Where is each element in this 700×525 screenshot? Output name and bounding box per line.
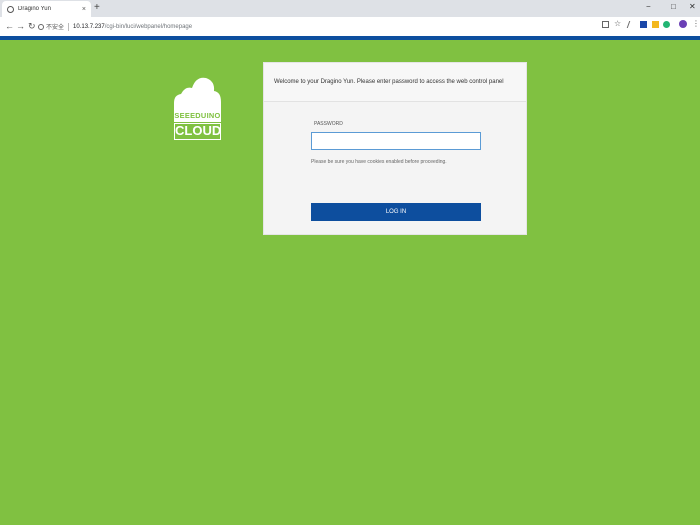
browser-tab[interactable]: Dragino Yun × (2, 1, 91, 17)
password-label: PASSWORD (314, 121, 343, 127)
back-icon[interactable]: ← (5, 20, 14, 32)
cookie-note: Please be sure you have cookies enabled … (311, 159, 447, 165)
address-bar[interactable]: 不安全 10.13.7.237 /cgi-bin/luci/webpanel/h… (38, 20, 598, 33)
seeeduino-cloud-logo: SEEEDUINO CLOUD (173, 75, 221, 141)
close-window-icon[interactable]: ✕ (689, 2, 696, 12)
star-icon[interactable]: ☆ (614, 19, 621, 28)
login-button[interactable]: LOG IN (311, 203, 481, 221)
address-divider (68, 22, 70, 31)
more-menu-icon[interactable]: ⋮ (692, 19, 700, 28)
login-panel: Welcome to your Dragino Yun. Please ente… (263, 62, 527, 235)
maximize-icon[interactable]: □ (671, 2, 676, 12)
insecure-label: 不安全 (46, 25, 65, 31)
extension-green-icon[interactable] (663, 21, 670, 28)
logo-bottom-text: CLOUD (174, 123, 222, 140)
browser-toolbar: ← → ↻ 不安全 10.13.7.237 /cgi-bin/luci/webp… (0, 17, 700, 36)
tab-title: Dragino Yun (18, 6, 51, 12)
globe-icon (7, 5, 14, 13)
extension-grid-icon[interactable] (652, 21, 659, 28)
translate-icon[interactable] (602, 21, 609, 28)
panel-header: Welcome to your Dragino Yun. Please ente… (264, 63, 526, 102)
forward-icon[interactable]: → (16, 20, 25, 32)
extension-blue-icon[interactable] (640, 21, 647, 28)
tab-close-icon[interactable]: × (82, 6, 86, 13)
header-bar (0, 36, 700, 40)
minimize-icon[interactable]: − (646, 2, 651, 12)
info-icon[interactable] (38, 23, 44, 30)
browser-tabstrip: Dragino Yun × + − □ ✕ (0, 0, 700, 17)
welcome-message: Welcome to your Dragino Yun. Please ente… (274, 79, 504, 85)
url-path: /cgi-bin/luci/webpanel/homepage (104, 23, 193, 30)
url-host: 10.13.7.237 (73, 23, 105, 30)
profile-avatar[interactable] (679, 20, 687, 28)
reload-icon[interactable]: ↻ (28, 20, 36, 32)
password-input[interactable] (311, 132, 481, 150)
new-tab-button[interactable]: + (94, 2, 100, 14)
logo-top-text: SEEEDUINO (174, 111, 221, 120)
